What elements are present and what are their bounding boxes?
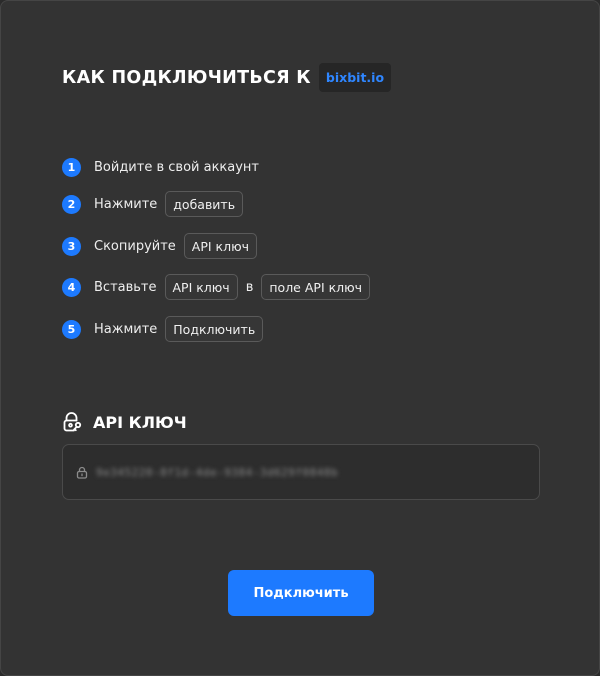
step-3: 3 Скопируйте API ключ bbox=[62, 233, 257, 259]
lock-icon bbox=[76, 466, 88, 479]
lock-key-icon bbox=[61, 411, 83, 433]
step-text: Нажмите bbox=[94, 321, 158, 337]
step-text: Вставьте bbox=[94, 279, 157, 295]
chip-connect: Подключить bbox=[165, 316, 264, 342]
step-4: 4 Вставьте API ключ в поле API ключ bbox=[62, 274, 371, 300]
chip-api-key: API ключ bbox=[183, 233, 257, 259]
step-joiner: в bbox=[245, 279, 254, 295]
chip-api-key-field: поле API ключ bbox=[261, 274, 371, 300]
header: КАК ПОДКЛЮЧИТЬСЯ К bixbit.io bbox=[62, 63, 392, 92]
chip-add: добавить bbox=[165, 191, 244, 217]
step-number: 5 bbox=[62, 319, 81, 339]
step-number: 3 bbox=[62, 236, 81, 256]
step-number: 1 bbox=[62, 157, 81, 177]
brand-badge: bixbit.io bbox=[318, 63, 392, 92]
step-text: Войдите в свой аккаунт bbox=[94, 159, 260, 175]
chip-api-key: API ключ bbox=[164, 274, 238, 300]
step-2: 2 Нажмите добавить bbox=[62, 191, 244, 217]
step-1: 1 Войдите в свой аккаунт bbox=[62, 154, 259, 180]
step-5: 5 Нажмите Подключить bbox=[62, 316, 264, 342]
api-key-header: API КЛЮЧ bbox=[61, 411, 187, 433]
step-text: Нажмите bbox=[94, 196, 158, 212]
connect-button[interactable]: Подключить bbox=[228, 570, 374, 616]
page-title: КАК ПОДКЛЮЧИТЬСЯ К bbox=[62, 67, 311, 88]
api-key-title: API КЛЮЧ bbox=[93, 412, 187, 432]
api-key-value[interactable]: 9e345220-8f1d-4de-9384-3d629f0848b bbox=[96, 466, 338, 479]
step-number: 2 bbox=[62, 194, 81, 214]
step-number: 4 bbox=[62, 277, 81, 297]
api-key-field[interactable]: 9e345220-8f1d-4de-9384-3d629f0848b bbox=[62, 444, 540, 500]
connect-panel: КАК ПОДКЛЮЧИТЬСЯ К bixbit.io 1 Войдите в… bbox=[0, 0, 600, 676]
step-text: Скопируйте bbox=[94, 238, 176, 254]
